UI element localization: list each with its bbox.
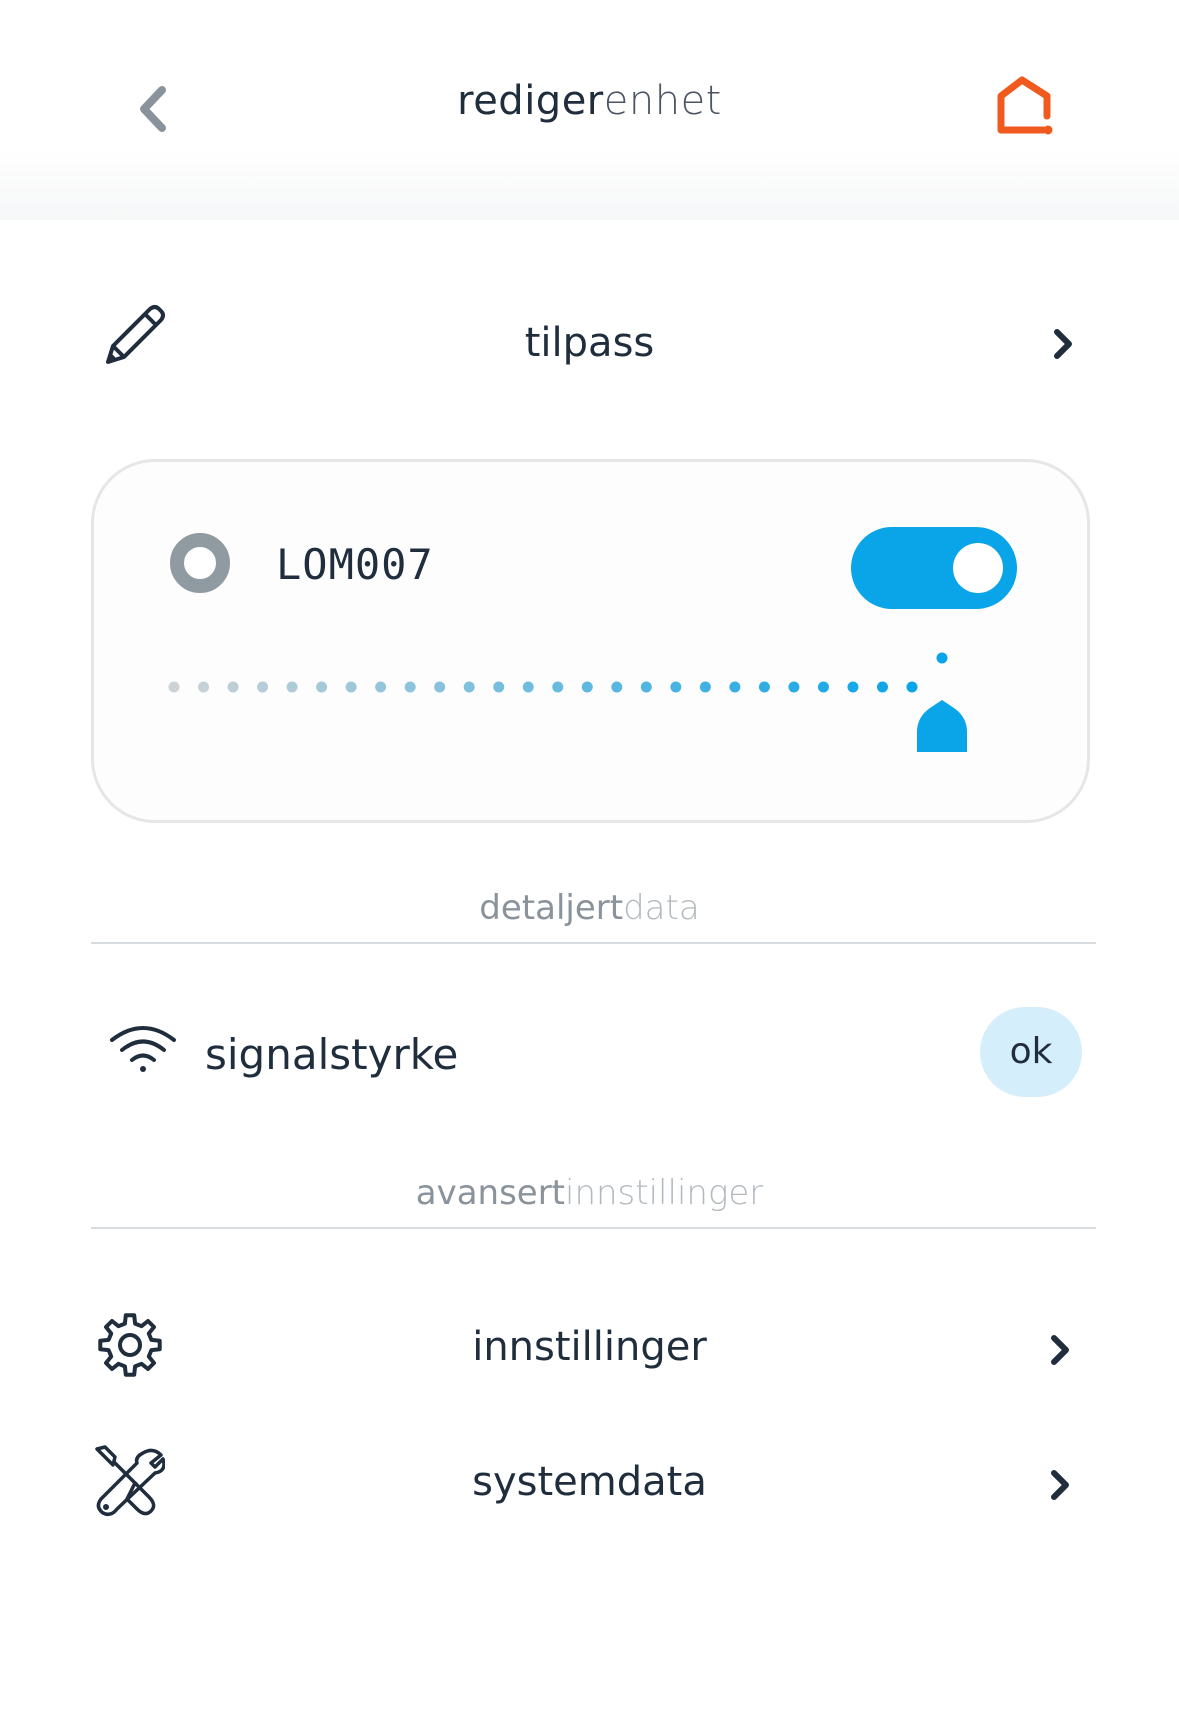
menu-item-systemdata[interactable]: systemdata <box>0 1435 1179 1525</box>
slider-thumb[interactable] <box>917 700 967 752</box>
device-card: LOM007 <box>91 459 1090 823</box>
menu-item-settings[interactable]: innstillinger <box>0 1300 1179 1390</box>
chevron-right-icon <box>1051 1470 1069 1500</box>
chevron-right-icon <box>1051 1335 1069 1365</box>
slider-step-dot <box>758 681 770 693</box>
section-title-detailed-light: data <box>623 888 700 928</box>
slider-step-dot <box>522 681 534 693</box>
slider-step-dot <box>434 681 446 693</box>
home-alert-icon[interactable] <box>993 74 1059 140</box>
signal-label: signalstyrke <box>205 1030 459 1079</box>
slider-step-dot <box>640 681 652 693</box>
divider <box>91 1227 1096 1229</box>
page-title-bold: rediger <box>457 78 604 124</box>
customize-row[interactable]: tilpass <box>0 300 1179 390</box>
slider-step-dot <box>345 681 357 693</box>
slider-step-dot <box>404 681 416 693</box>
chevron-right-icon <box>1054 329 1072 359</box>
status-badge: ok <box>980 1007 1082 1097</box>
section-title-detailed-bold: detaljert <box>479 888 624 928</box>
page-title-light: enhet <box>603 78 722 124</box>
slider-step-dot <box>375 681 387 693</box>
slider-step-dot <box>847 681 859 693</box>
slider-step-dot <box>316 681 328 693</box>
section-title-advanced-light: innstillinger <box>565 1173 764 1213</box>
slider-step-dot <box>788 681 800 693</box>
section-title-detailed: detaljertdata <box>0 888 1179 928</box>
menu-item-label: systemdata <box>472 1459 707 1505</box>
wifi-icon <box>110 1026 176 1072</box>
slider-step-dot <box>729 681 741 693</box>
slider-step-dot <box>257 681 269 693</box>
slider-level-marker <box>936 652 948 664</box>
slider-step-dot <box>699 681 711 693</box>
slider-step-dot <box>463 681 475 693</box>
slider-step-dot <box>168 681 180 693</box>
section-title-advanced: avansertinnstillinger <box>0 1173 1179 1213</box>
slider-step-dot <box>906 681 918 693</box>
slider-step-dot <box>493 681 505 693</box>
slider-step-dot <box>611 681 623 693</box>
slider-step-dot <box>286 681 298 693</box>
slider-step-dot <box>876 681 888 693</box>
slider-step-dot <box>227 681 239 693</box>
menu-item-label: innstillinger <box>472 1324 707 1370</box>
slider-step-dot <box>817 681 829 693</box>
slider-step-dot <box>198 681 210 693</box>
slider-step-dot <box>552 681 564 693</box>
level-slider[interactable] <box>94 462 1093 826</box>
slider-step-dot <box>581 681 593 693</box>
slider-step-dot <box>670 681 682 693</box>
divider <box>91 942 1096 944</box>
customize-label: tilpass <box>524 320 655 366</box>
section-title-advanced-bold: avansert <box>415 1173 566 1213</box>
